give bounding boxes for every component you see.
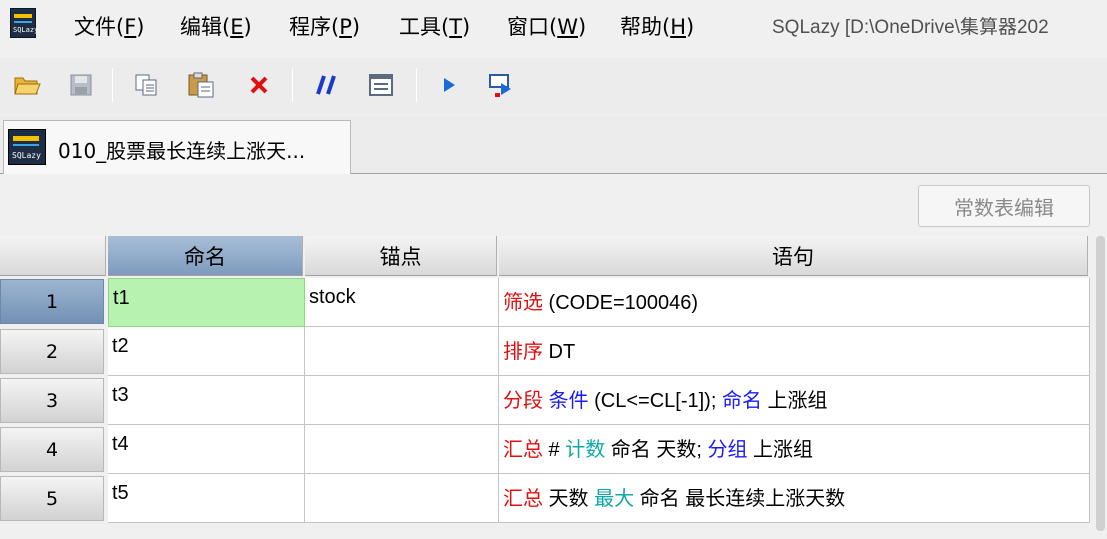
name-cell[interactable]: t3 xyxy=(108,376,305,425)
menu-edit[interactable]: 编辑(E) xyxy=(180,11,252,41)
anchor-cell[interactable] xyxy=(305,376,499,425)
menu-tools[interactable]: 工具(T) xyxy=(399,11,470,41)
statement-cell[interactable]: 排序 DT xyxy=(499,327,1090,376)
statement-text: 命名 最长连续上涨天数 xyxy=(634,488,846,510)
name-cell[interactable]: t1 xyxy=(108,278,305,327)
menu-window[interactable]: 窗口(W) xyxy=(507,11,586,41)
statement-text: 天数 xyxy=(543,488,595,510)
statement-cell[interactable]: 筛选 (CODE=100046) xyxy=(499,278,1090,327)
name-cell[interactable]: t4 xyxy=(108,425,305,474)
app-logo-icon[interactable]: SQLazy xyxy=(10,8,39,38)
window-title: SQLazy [D:\OneDrive\集算器202 xyxy=(772,17,1049,38)
anchor-cell[interactable]: stock xyxy=(305,278,499,327)
toolbar-separator xyxy=(292,68,293,102)
toolbar-separator xyxy=(416,68,417,102)
open-folder-icon[interactable] xyxy=(12,70,42,100)
sheet-file-icon: SQLazy xyxy=(8,129,46,165)
toolbar xyxy=(0,58,1107,114)
keyword-group: 分组 xyxy=(707,439,748,461)
statement-text: 上涨组 xyxy=(747,439,814,461)
menu-program[interactable]: 程序(P) xyxy=(289,11,360,41)
sheet-icon-text: SQLazy xyxy=(12,151,41,160)
delete-icon[interactable] xyxy=(244,70,274,100)
copy-icon[interactable] xyxy=(132,70,162,100)
toolbar-separator xyxy=(112,68,113,102)
row-header[interactable]: 3 xyxy=(0,378,104,423)
row-header[interactable]: 2 xyxy=(0,329,104,374)
statement-text: (CL<=CL[-1]); xyxy=(588,390,722,412)
app-icon-text: SQLazy xyxy=(13,26,39,34)
menu-file[interactable]: 文件(F) xyxy=(74,11,145,41)
save-icon[interactable] xyxy=(66,70,96,100)
tab-label: 010_股票最长连续上涨天... xyxy=(58,139,306,163)
tab-bar: SQLazy 010_股票最长连续上涨天... xyxy=(0,116,1107,174)
menu-help[interactable]: 帮助(H) xyxy=(620,11,694,41)
comment-icon[interactable] xyxy=(312,70,342,100)
vertical-scrollbar[interactable] xyxy=(1093,236,1107,539)
name-cell[interactable]: t5 xyxy=(108,474,305,523)
keyword-summarize: 汇总 xyxy=(503,439,543,461)
keyword-sort: 排序 xyxy=(503,341,543,363)
list-view-icon[interactable] xyxy=(366,70,396,100)
paste-icon[interactable] xyxy=(186,70,216,100)
statement-text: (CODE=100046) xyxy=(543,292,699,314)
statement-cell[interactable]: 汇总 天数 最大 命名 最长连续上涨天数 xyxy=(499,474,1090,523)
keyword-segment: 分段 xyxy=(503,390,543,412)
column-header-statement[interactable]: 语句 xyxy=(499,236,1088,276)
tab-sheet[interactable]: SQLazy 010_股票最长连续上涨天... xyxy=(3,120,351,174)
statement-cell[interactable]: 分段 条件 (CL<=CL[-1]); 命名 上涨组 xyxy=(499,376,1090,425)
keyword-condition: 条件 xyxy=(548,390,589,412)
scrollbar-thumb[interactable] xyxy=(1096,236,1105,531)
anchor-cell[interactable] xyxy=(305,425,499,474)
step-run-icon[interactable] xyxy=(486,70,516,100)
run-icon[interactable] xyxy=(434,70,464,100)
grid-corner[interactable] xyxy=(0,236,106,276)
keyword-name: 命名 xyxy=(721,390,762,412)
statement-cell[interactable]: 汇总 # 计数 命名 天数; 分组 上涨组 xyxy=(499,425,1090,474)
keyword-summarize: 汇总 xyxy=(503,488,543,510)
row-header[interactable]: 4 xyxy=(0,427,104,472)
keyword-max: 最大 xyxy=(594,488,635,510)
statement-text: 上涨组 xyxy=(761,390,828,412)
code-grid: 命名 锚点 语句 1 t1 stock 筛选 (CODE=100046) 2 t… xyxy=(0,236,1090,526)
name-cell[interactable]: t2 xyxy=(108,327,305,376)
anchor-cell[interactable] xyxy=(305,327,499,376)
statement-text: # xyxy=(543,439,566,461)
row-header[interactable]: 1 xyxy=(0,279,104,324)
keyword-count: 计数 xyxy=(565,439,606,461)
menu-bar: SQLazy 文件(F) 编辑(E) 程序(P) 工具(T) 窗口(W) 帮助(… xyxy=(0,0,1107,50)
statement-text: 命名 天数; xyxy=(605,439,708,461)
anchor-cell[interactable] xyxy=(305,474,499,523)
keyword-filter: 筛选 xyxy=(503,292,543,314)
row-header[interactable]: 5 xyxy=(0,476,104,521)
const-table-edit-button[interactable]: 常数表编辑 xyxy=(918,185,1090,227)
column-header-name[interactable]: 命名 xyxy=(108,236,303,276)
statement-text: DT xyxy=(543,341,576,363)
column-header-anchor[interactable]: 锚点 xyxy=(305,236,497,276)
